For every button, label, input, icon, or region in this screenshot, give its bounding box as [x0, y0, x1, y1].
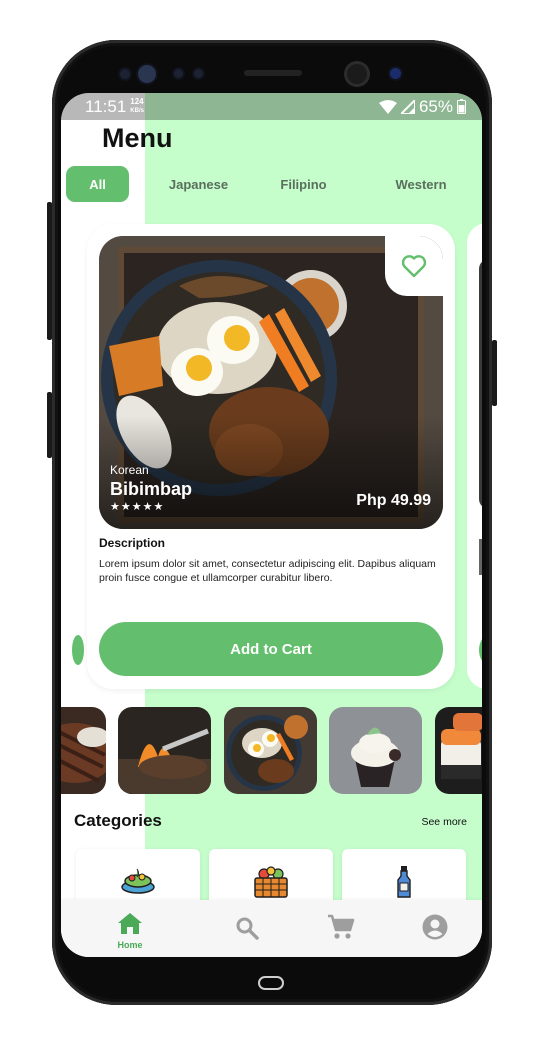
next-card[interactable] — [467, 223, 482, 689]
bottle-icon — [397, 866, 411, 898]
network-speed-value: 124 — [130, 97, 144, 106]
nav-profile[interactable] — [405, 900, 465, 957]
cuisine-tabs: All Japanese Filipino Western — [66, 166, 476, 202]
nav-home[interactable]: Home — [100, 900, 160, 957]
next-card-button — [479, 635, 482, 665]
home-indicator — [258, 976, 284, 990]
light-sensor — [174, 69, 183, 78]
nav-cart[interactable] — [311, 900, 371, 957]
profile-icon — [422, 914, 448, 940]
status-icons: 65% — [378, 96, 466, 117]
next-card-text — [479, 539, 482, 575]
tab-western[interactable]: Western — [376, 166, 466, 202]
earpiece-speaker — [244, 70, 302, 76]
volume-button — [47, 202, 52, 340]
dish-price: Php 49.99 — [356, 492, 431, 509]
thumbnail-steak[interactable] — [61, 707, 106, 794]
network-speed-unit: KB/s — [130, 108, 144, 114]
categories-heading: Categories — [74, 811, 162, 830]
home-icon — [118, 913, 142, 934]
iris-camera — [390, 68, 401, 79]
fruit-basket-icon — [254, 866, 288, 898]
tab-japanese[interactable]: Japanese — [156, 166, 241, 202]
status-time: 11:51 — [85, 96, 127, 116]
bixby-button — [47, 392, 52, 458]
thumbnail-bibimbap[interactable] — [224, 707, 317, 794]
grill-image — [118, 707, 211, 794]
see-more-link[interactable]: See more — [421, 816, 467, 828]
next-card-photo — [479, 259, 482, 509]
description-text: Lorem ipsum dolor sit amet, consectetur … — [99, 558, 436, 584]
app-screen: 11:51 124 KB/s 65% Menu All Japanese Fil… — [61, 93, 482, 957]
steak-image — [61, 707, 106, 794]
bottom-navigation: Home — [61, 900, 482, 957]
network-speed: 124 KB/s — [130, 98, 144, 115]
cupcake-image — [329, 707, 422, 794]
light-sensor-2 — [194, 69, 203, 78]
sensor-strip — [52, 40, 492, 100]
iris-sensor — [138, 65, 156, 83]
sushi-image — [435, 707, 482, 794]
search-icon — [236, 917, 259, 940]
bibimbap-thumb-image — [224, 707, 317, 794]
previous-card-button — [72, 635, 84, 665]
wifi-icon — [378, 99, 397, 114]
front-camera — [347, 64, 367, 84]
power-button — [492, 340, 497, 406]
status-bar: 11:51 124 KB/s 65% — [61, 93, 482, 120]
signal-icon — [400, 99, 415, 114]
dish-origin: Korean — [110, 463, 149, 477]
previous-card[interactable] — [61, 223, 84, 689]
thumbnail-cupcake[interactable] — [329, 707, 422, 794]
nav-search[interactable] — [217, 900, 277, 957]
cart-icon — [328, 914, 355, 939]
page-title: Menu — [102, 123, 173, 153]
proximity-sensor — [120, 69, 130, 79]
description-title: Description — [99, 536, 166, 550]
featured-dish-card: Korean Bibimbap ★★★★★ Php 49.99 Descript… — [87, 224, 455, 689]
thumbnail-sushi[interactable] — [435, 707, 482, 794]
favorite-button[interactable] — [385, 236, 443, 296]
battery-percent: 65% — [418, 96, 453, 116]
tab-all[interactable]: All — [66, 166, 129, 202]
salad-icon — [121, 868, 155, 894]
heart-icon — [401, 255, 427, 278]
nav-home-label: Home — [117, 940, 143, 950]
tab-filipino[interactable]: Filipino — [266, 166, 341, 202]
battery-icon — [457, 99, 466, 114]
dish-rating: ★★★★★ — [110, 501, 165, 513]
dish-photo: Korean Bibimbap ★★★★★ Php 49.99 — [99, 236, 443, 529]
thumbnail-grill[interactable] — [118, 707, 211, 794]
dish-name: Bibimbap — [110, 479, 193, 499]
add-to-cart-button[interactable]: Add to Cart — [99, 622, 443, 676]
